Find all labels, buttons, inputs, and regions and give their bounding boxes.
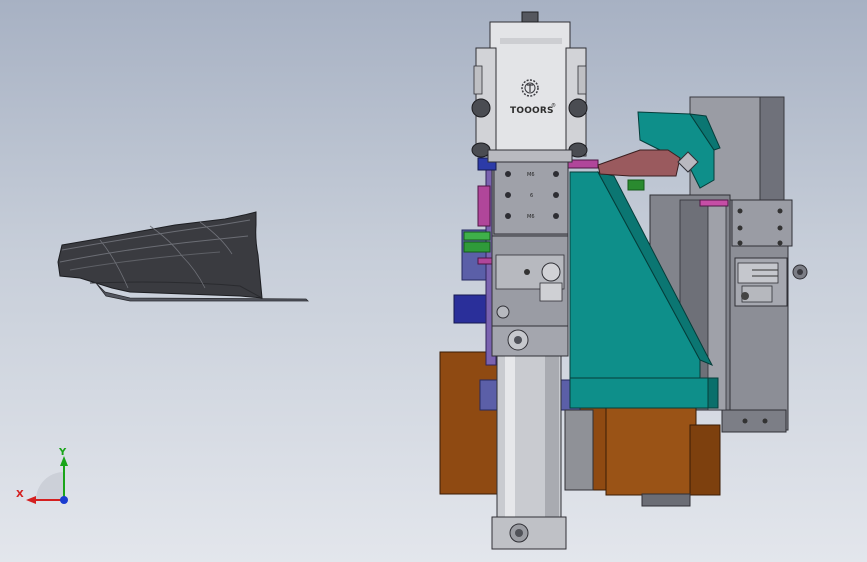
main-gray-plate[interactable]: M6 6 M6 [491, 159, 569, 357]
brand-text: TOOORS [510, 106, 554, 116]
registered-mark: ® [551, 102, 556, 109]
gripper-head[interactable]: TOOORS ® [471, 11, 588, 163]
side-clamp-unit[interactable] [734, 257, 808, 307]
plate-mark-3: M6 [527, 214, 535, 220]
x-arrow-head-icon [26, 496, 36, 504]
workpiece-part[interactable] [57, 211, 309, 302]
coordinate-triad[interactable]: Y X [16, 447, 68, 504]
navy-block[interactable] [453, 294, 491, 324]
z-axis-dot [60, 496, 68, 504]
x-axis-label: X [16, 489, 24, 500]
cad-viewport[interactable]: M6 6 M6 TOOORS ® Y X [0, 0, 867, 562]
plate-mark-1: M6 [527, 172, 535, 178]
machine-assembly[interactable]: M6 6 M6 TOOORS ® [439, 11, 808, 550]
y-axis-label: Y [58, 447, 67, 458]
plate-mark-2: 6 [530, 193, 533, 199]
cad-scene[interactable]: M6 6 M6 TOOORS ® Y X [0, 0, 867, 562]
